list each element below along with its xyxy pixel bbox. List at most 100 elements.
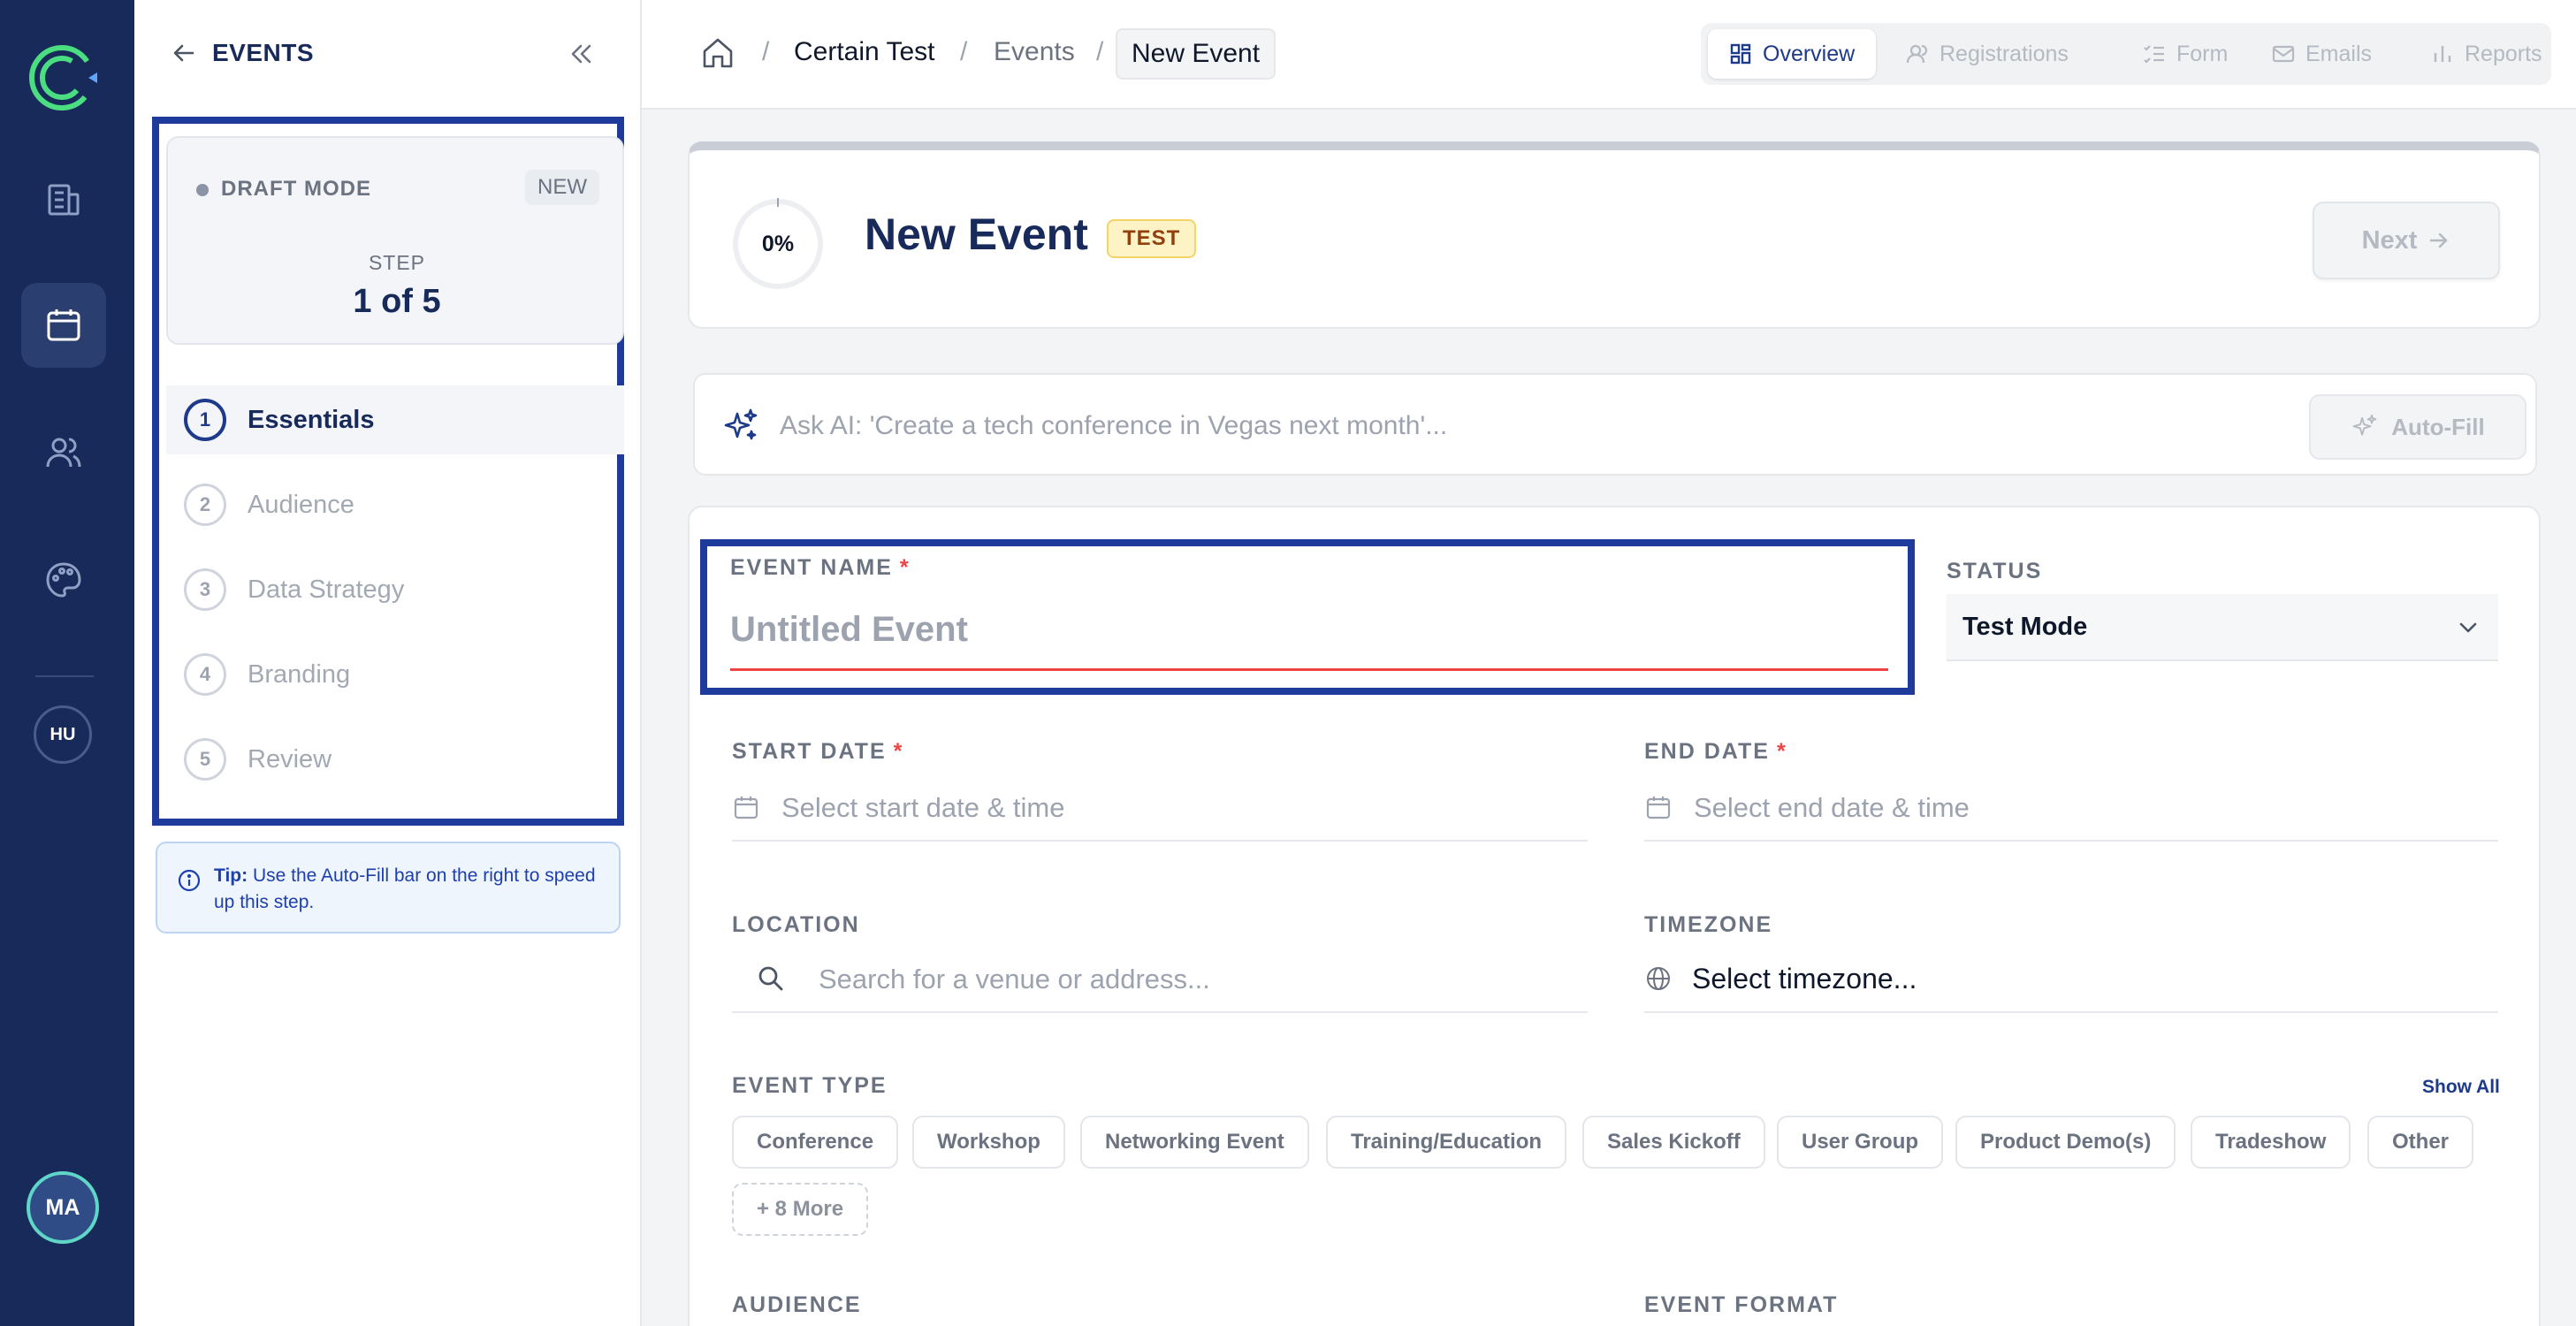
breadcrumb-events[interactable]: Events bbox=[994, 37, 1075, 67]
draft-mode-label: DRAFT MODE bbox=[221, 177, 371, 201]
more-event-types-chip[interactable]: + 8 More bbox=[732, 1183, 869, 1236]
wizard-steps-panel: DRAFT MODE NEW STEP 1 of 5 1 Essentials … bbox=[152, 117, 624, 826]
location-field[interactable] bbox=[732, 946, 1588, 1013]
event-type-chip[interactable]: Training/Education bbox=[1326, 1116, 1567, 1169]
timezone-label: TIMEZONE bbox=[1644, 912, 1773, 937]
step-number: 4 bbox=[184, 653, 226, 696]
step-essentials[interactable]: 1 Essentials bbox=[166, 385, 624, 454]
step-data-strategy[interactable]: 3 Data Strategy bbox=[166, 555, 624, 624]
tab-overview[interactable]: Overview bbox=[1708, 29, 1877, 79]
timezone-select[interactable]: Select timezone... bbox=[1644, 946, 2498, 1013]
palette-icon bbox=[46, 562, 81, 598]
view-tabs: Overview Registrations Form Emails Repor… bbox=[1701, 23, 2551, 85]
step-number: 5 bbox=[184, 738, 226, 781]
end-date-field[interactable] bbox=[1644, 774, 2498, 842]
event-form-card: EVENT NAME* STATUS Test Mode START DATE*… bbox=[688, 506, 2541, 1326]
breadcrumb-separator: / bbox=[960, 37, 968, 66]
sidebar-title: EVENTS bbox=[212, 39, 315, 66]
step-label: Audience bbox=[248, 490, 354, 519]
list-check-icon bbox=[2144, 45, 2164, 64]
sparkles-icon bbox=[724, 408, 758, 440]
autofill-button[interactable]: Auto-Fill bbox=[2309, 394, 2526, 460]
step-label: Review bbox=[248, 744, 332, 774]
event-type-label: EVENT TYPE bbox=[732, 1073, 888, 1098]
draft-status-card: DRAFT MODE NEW STEP 1 of 5 bbox=[166, 136, 624, 345]
app-rail: HU MA bbox=[0, 0, 134, 1326]
tab-registrations[interactable]: Registrations bbox=[1906, 29, 2069, 79]
step-review[interactable]: 5 Review bbox=[166, 725, 624, 794]
event-type-chip[interactable]: Product Demo(s) bbox=[1955, 1116, 2176, 1169]
status-select[interactable]: Test Mode bbox=[1947, 594, 2498, 661]
event-name-error-underline bbox=[730, 668, 1888, 671]
breadcrumb-org[interactable]: Certain Test bbox=[794, 37, 935, 67]
bar-chart-icon bbox=[2434, 46, 2451, 62]
event-type-chip[interactable]: Networking Event bbox=[1080, 1116, 1309, 1169]
user-avatar[interactable]: MA bbox=[27, 1171, 99, 1244]
step-number: 1 bbox=[184, 399, 226, 441]
mail-icon bbox=[2272, 45, 2295, 63]
event-type-chip[interactable]: Workshop bbox=[912, 1116, 1065, 1169]
step-branding[interactable]: 4 Branding bbox=[166, 640, 624, 709]
event-type-chip[interactable]: Conference bbox=[732, 1116, 899, 1169]
location-label: LOCATION bbox=[732, 912, 860, 937]
rail-nav-events[interactable] bbox=[21, 283, 106, 368]
progress-percent: 0% bbox=[761, 231, 795, 256]
show-all-link[interactable]: Show All bbox=[2422, 1077, 2500, 1098]
rail-nav-branding[interactable] bbox=[21, 537, 106, 622]
step-label: Branding bbox=[248, 659, 351, 689]
test-badge: TEST bbox=[1107, 219, 1197, 258]
chevrons-left-icon[interactable] bbox=[566, 39, 596, 69]
timezone-value: Select timezone... bbox=[1692, 962, 1917, 994]
breadcrumb-current: New Event bbox=[1116, 28, 1277, 80]
rail-divider bbox=[35, 675, 94, 677]
tab-reports[interactable]: Reports bbox=[2431, 29, 2542, 79]
chevron-down-icon bbox=[2459, 622, 2477, 633]
tab-form[interactable]: Form bbox=[2143, 29, 2228, 79]
ai-autofill-bar: Auto-Fill bbox=[693, 373, 2537, 476]
calendar-icon bbox=[734, 796, 758, 819]
globe-icon bbox=[1647, 967, 1670, 990]
event-type-chip[interactable]: Tradeshow bbox=[2191, 1116, 2351, 1169]
step-label: Data Strategy bbox=[248, 575, 405, 604]
step-number: 2 bbox=[184, 484, 226, 526]
event-name-input[interactable] bbox=[730, 599, 1888, 659]
event-type-chip[interactable]: User Group bbox=[1777, 1116, 1944, 1169]
event-type-chip[interactable]: Sales Kickoff bbox=[1582, 1116, 1765, 1169]
step-audience[interactable]: 2 Audience bbox=[166, 470, 624, 539]
start-date-input[interactable] bbox=[781, 783, 1584, 833]
page-title: New Event bbox=[865, 210, 1088, 259]
next-button[interactable]: Next bbox=[2313, 202, 2500, 279]
workspace-avatar[interactable]: HU bbox=[34, 705, 92, 764]
status-label: STATUS bbox=[1947, 559, 2043, 583]
arrow-left-icon[interactable] bbox=[170, 39, 198, 67]
tab-emails[interactable]: Emails bbox=[2272, 29, 2372, 79]
step-label: Essentials bbox=[248, 405, 375, 434]
app-logo-icon[interactable] bbox=[23, 39, 101, 117]
breadcrumb-separator: / bbox=[1096, 37, 1104, 66]
rail-nav-people[interactable] bbox=[21, 410, 106, 495]
step-counter: 1 of 5 bbox=[353, 283, 441, 320]
draft-status-dot bbox=[196, 184, 209, 196]
step-label: STEP bbox=[368, 251, 426, 274]
breadcrumb-separator: / bbox=[762, 37, 770, 66]
tip-text: Tip: Use the Auto-Fill bar on the right … bbox=[214, 865, 596, 912]
calendar-icon bbox=[1646, 796, 1671, 819]
start-date-field[interactable] bbox=[732, 774, 1588, 842]
arrow-right-icon bbox=[2430, 232, 2448, 248]
events-sidebar: EVENTS DRAFT MODE NEW STEP 1 of 5 1 Esse… bbox=[134, 0, 642, 1326]
user-icon bbox=[1906, 44, 1928, 64]
event-type-chip[interactable]: Other bbox=[2367, 1116, 2474, 1169]
home-icon[interactable] bbox=[700, 35, 735, 71]
location-input[interactable] bbox=[819, 955, 1579, 1004]
top-bar: / Certain Test / Events / New Event Over… bbox=[642, 0, 2576, 110]
start-date-label: START DATE * bbox=[732, 739, 904, 764]
building-icon bbox=[48, 184, 80, 216]
rail-nav-organizations[interactable] bbox=[21, 156, 106, 240]
ai-prompt-input[interactable] bbox=[780, 398, 2088, 454]
end-date-input[interactable] bbox=[1694, 783, 2495, 833]
users-icon bbox=[46, 438, 81, 468]
new-badge: NEW bbox=[525, 170, 599, 205]
sparkles-icon bbox=[2352, 414, 2377, 436]
grid-icon bbox=[1730, 43, 1751, 65]
search-icon bbox=[758, 966, 783, 991]
